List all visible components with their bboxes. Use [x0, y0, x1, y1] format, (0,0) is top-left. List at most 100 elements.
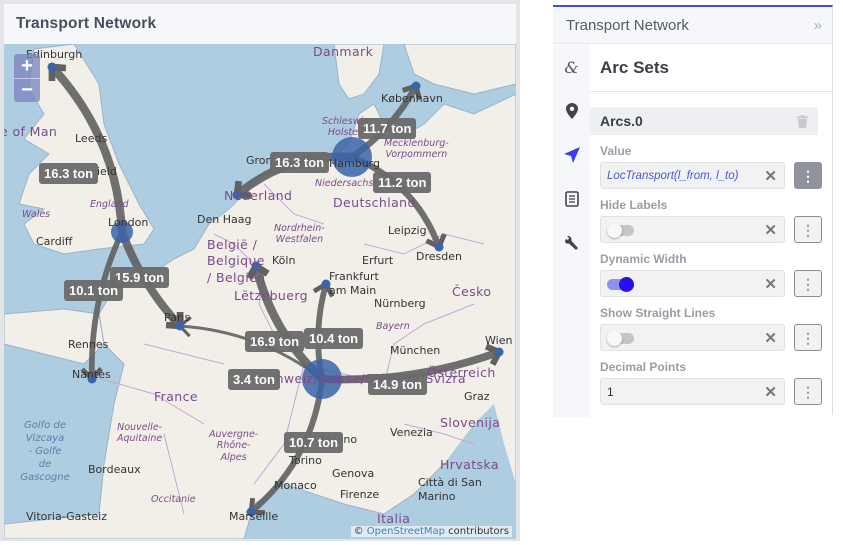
region-label: Bayern	[376, 321, 410, 332]
place-label: Frankfurt am Main	[329, 270, 379, 298]
country-label: Italia	[377, 511, 411, 526]
decimal-points-value: 1	[607, 384, 614, 399]
decimal-points-menu-button[interactable]: ⋮	[794, 378, 822, 405]
ampersand-icon[interactable]: &	[553, 45, 590, 89]
panel-content: Arc Sets Arcs.0 Value LocTransport(l_fro…	[590, 45, 832, 417]
arc-label: 3.4 ton	[228, 369, 280, 390]
place-label: Graz	[464, 390, 490, 403]
place-label: Erfurt	[362, 254, 394, 267]
country-label: e of Man	[4, 124, 58, 139]
arc-label: 11.2 ton	[373, 172, 432, 193]
land-brittany	[4, 308, 105, 365]
arc-label: 10.1 ton	[64, 280, 124, 301]
place-label: Città di San Marino	[418, 476, 482, 504]
place-label: Köln	[272, 254, 296, 267]
region-label: Occitanie	[151, 494, 196, 505]
field-row-dynamic-width: ✕ ⋮	[590, 270, 832, 297]
section-title: Arc Sets	[590, 45, 832, 92]
place-label: Bordeaux	[88, 463, 141, 476]
navigation-arrow-svg	[563, 147, 580, 163]
map-pin-icon[interactable]	[553, 89, 590, 133]
arc-label: 10.4 ton	[304, 328, 364, 349]
place-label: Leeds	[75, 132, 108, 145]
place-label: Cardiff	[36, 235, 73, 248]
place-label: München	[390, 344, 441, 357]
arc-label: 16.3 ton	[39, 163, 99, 184]
document-list-icon[interactable]	[553, 177, 590, 221]
attribution-suffix: contributors	[445, 526, 509, 537]
clear-dynamic-width-icon[interactable]: ✕	[764, 275, 777, 293]
map-title: Transport Network	[4, 4, 516, 44]
place-label: Paris	[164, 311, 191, 324]
sea-label: Golfo de Vizcaya - Golfe de Gascogne	[20, 420, 70, 483]
map-attribution: © OpenStreetMap contributors	[350, 526, 512, 537]
place-label: Hamburg	[329, 157, 380, 170]
clear-decimal-points-icon[interactable]: ✕	[764, 383, 777, 401]
zoom-control: + −	[14, 54, 40, 102]
place-label: Gron	[246, 154, 273, 167]
hide-labels-menu-button[interactable]: ⋮	[794, 216, 822, 243]
wrench-icon[interactable]	[553, 221, 590, 265]
collapse-panel-icon[interactable]: »	[814, 17, 822, 34]
show-straight-lines-field: ✕	[600, 324, 785, 351]
place-label: Vitoria-Gasteiz	[26, 510, 107, 523]
arc-label: 10.7 ton	[284, 432, 344, 453]
dynamic-width-toggle[interactable]	[607, 276, 634, 292]
place-label: ield	[97, 165, 117, 178]
show-straight-lines-menu-button[interactable]: ⋮	[794, 324, 822, 351]
country-label: Deutschland	[333, 195, 416, 210]
field-row-value: LocTransport(l_from, l_to) ✕ ⋮	[590, 162, 832, 189]
dynamic-width-menu-button[interactable]: ⋮	[794, 270, 822, 297]
clear-hide-labels-icon[interactable]: ✕	[764, 221, 777, 239]
node-marker[interactable]	[494, 347, 504, 357]
place-label: Den Haag	[197, 213, 252, 226]
place-label: Torino	[289, 454, 322, 467]
clear-show-straight-lines-icon[interactable]: ✕	[764, 329, 777, 347]
field-row-show-straight-lines: ✕ ⋮	[590, 324, 832, 351]
arc-label: 11.7 ton	[358, 118, 417, 139]
zoom-out-button[interactable]: −	[14, 79, 40, 103]
arc-label: 16.3 ton	[270, 152, 330, 173]
value-menu-button[interactable]: ⋮	[794, 162, 822, 189]
place-label: Nantes	[72, 368, 111, 381]
clear-value-icon[interactable]: ✕	[764, 167, 777, 185]
field-row-decimal-points: 1 ✕ ⋮	[590, 378, 832, 405]
place-label: Leipzig	[388, 224, 427, 237]
node-marker[interactable]	[47, 62, 57, 72]
field-label-decimal-points: Decimal Points	[600, 360, 687, 374]
place-label: Venezia	[390, 426, 433, 439]
osm-link[interactable]: OpenStreetMap	[367, 526, 445, 537]
map-pin-svg	[565, 103, 578, 119]
trash-icon[interactable]	[797, 114, 808, 128]
arc-set-group-header: Arcs.0	[590, 107, 818, 135]
place-label: Wien	[485, 334, 513, 347]
hide-labels-field: ✕	[600, 216, 785, 243]
wrench-svg	[564, 236, 578, 250]
place-label: Monaco	[274, 479, 317, 492]
ampersand-glyph: &	[564, 57, 579, 77]
arc-label: 14.9 ton	[368, 374, 428, 395]
value-input[interactable]: LocTransport(l_from, l_to) ✕	[600, 162, 785, 189]
arc-label: 16.9 ton	[245, 331, 305, 352]
panel-header: Transport Network »	[553, 7, 832, 44]
place-label: London	[108, 216, 149, 229]
hide-labels-toggle[interactable]	[607, 222, 634, 238]
node-marker[interactable]	[411, 81, 421, 91]
place-label: Rennes	[68, 338, 109, 351]
navigation-arrow-icon[interactable]	[553, 133, 590, 177]
field-label-value: Value	[600, 144, 632, 158]
region-label: Wales	[22, 209, 51, 220]
map-card: Transport Network Edinburgh Leeds ield L…	[4, 4, 516, 539]
region-label: Auvergne- Rhône- Alpes	[209, 429, 259, 463]
show-straight-lines-toggle[interactable]	[607, 330, 634, 346]
place-label: Dresden	[416, 250, 462, 263]
dynamic-width-field: ✕	[600, 270, 785, 297]
country-label: Lëtzebuerg	[234, 288, 308, 303]
decimal-points-input[interactable]: 1 ✕	[600, 378, 785, 405]
country-label: Slovenija	[440, 415, 501, 430]
field-row-hide-labels: ✕ ⋮	[590, 216, 832, 243]
zoom-in-button[interactable]: +	[14, 54, 40, 79]
country-label: Danmark	[313, 44, 374, 59]
map-canvas[interactable]: Edinburgh Leeds ield London Cardiff Renn…	[4, 44, 516, 539]
country-label: België / Belgique / Belgien	[207, 237, 266, 285]
